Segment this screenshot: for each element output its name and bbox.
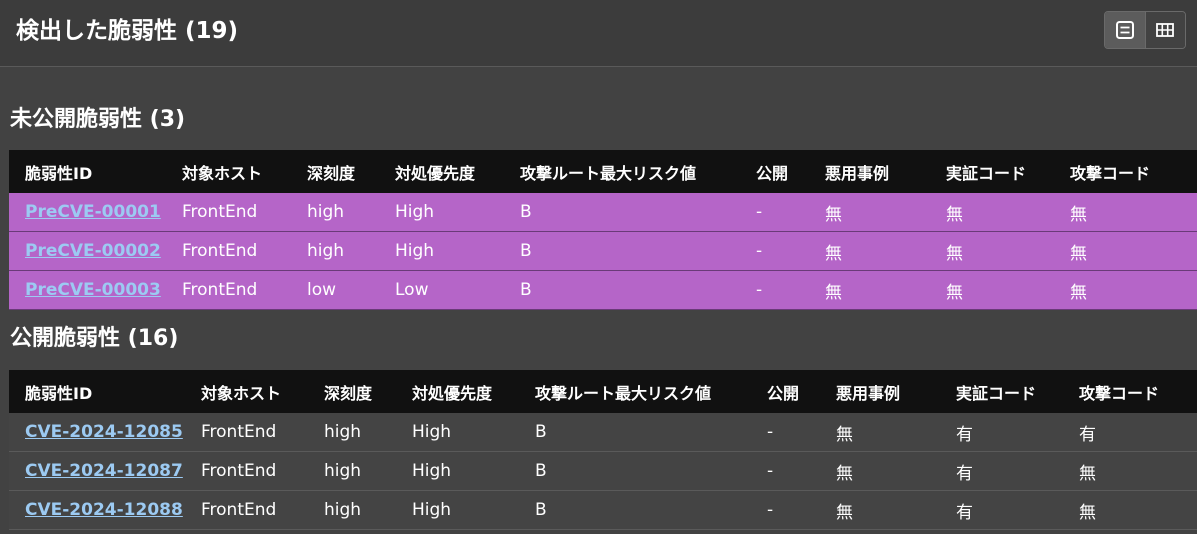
col-header-attack-code[interactable]: 攻撃コード	[1054, 150, 1197, 193]
max-risk-cell: B	[504, 270, 740, 310]
vuln-id-link[interactable]: PreCVE-00002	[25, 241, 161, 261]
col-header-public[interactable]: 公開	[740, 150, 809, 193]
severity-cell: high	[291, 231, 379, 271]
table-row[interactable]: PreCVE-00002 FrontEnd high High B - 無 無 …	[9, 231, 1197, 271]
col-header-severity[interactable]: 深刻度	[291, 150, 379, 193]
grid-view-button[interactable]	[1145, 12, 1185, 48]
vuln-id-link[interactable]: PreCVE-00001	[25, 202, 161, 222]
view-toggle	[1104, 11, 1186, 49]
vuln-id-link[interactable]: CVE-2024-12088	[25, 500, 183, 520]
list-view-icon	[1115, 21, 1134, 39]
attack-code-cell: 無	[1054, 270, 1197, 310]
public-cell: -	[751, 490, 820, 530]
exploit-cases-cell: 無	[809, 231, 930, 271]
public-cell: -	[740, 270, 809, 310]
published-section-title: 公開脆弱性 (16)	[10, 326, 179, 351]
severity-cell: low	[291, 270, 379, 310]
max-risk-cell: B	[504, 231, 740, 271]
col-header-exploit-cases[interactable]: 悪用事例	[809, 150, 930, 193]
priority-cell: High	[396, 490, 519, 530]
target-host-cell: FrontEnd	[166, 231, 291, 271]
attack-code-cell: 無	[1054, 193, 1197, 232]
public-cell: -	[751, 451, 820, 491]
table-row[interactable]: CVE-2024-12087 FrontEnd high High B - 無 …	[9, 451, 1197, 491]
col-header-target-host[interactable]: 対象ホスト	[166, 150, 291, 193]
max-risk-cell: B	[504, 193, 740, 232]
col-header-poc-code[interactable]: 実証コード	[940, 370, 1063, 413]
col-header-attack-code[interactable]: 攻撃コード	[1063, 370, 1197, 413]
severity-cell: high	[308, 413, 396, 452]
poc-code-cell: 有	[940, 413, 1063, 452]
poc-code-cell: 無	[930, 193, 1054, 232]
poc-code-cell: 有	[940, 490, 1063, 530]
vuln-id-link[interactable]: PreCVE-00003	[25, 280, 161, 300]
priority-cell: High	[379, 231, 504, 271]
grid-view-icon	[1156, 23, 1175, 37]
table-row[interactable]: PreCVE-00001 FrontEnd high High B - 無 無 …	[9, 193, 1197, 232]
vuln-id-link[interactable]: CVE-2024-12085	[25, 422, 183, 442]
target-host-cell: FrontEnd	[185, 490, 308, 530]
table-row[interactable]: CVE-2024-12085 FrontEnd high High B - 無 …	[9, 413, 1197, 452]
target-host-cell: FrontEnd	[185, 451, 308, 491]
target-host-cell: FrontEnd	[185, 413, 308, 452]
vuln-id-cell: CVE-2024-12085	[9, 413, 185, 452]
priority-cell: High	[396, 413, 519, 452]
col-header-vuln-id[interactable]: 脆弱性ID	[9, 370, 185, 413]
col-header-severity[interactable]: 深刻度	[308, 370, 396, 413]
page-header: 検出した脆弱性 (19)	[0, 0, 1197, 67]
vuln-id-cell: PreCVE-00003	[9, 270, 166, 310]
col-header-max-risk[interactable]: 攻撃ルート最大リスク値	[519, 370, 751, 413]
max-risk-cell: B	[519, 413, 751, 452]
list-view-button[interactable]	[1105, 12, 1146, 48]
attack-code-cell: 無	[1063, 451, 1197, 491]
exploit-cases-cell: 無	[820, 451, 940, 491]
poc-code-cell: 無	[930, 270, 1054, 310]
vuln-id-cell: PreCVE-00001	[9, 193, 166, 232]
page-title: 検出した脆弱性 (19)	[16, 18, 239, 44]
severity-cell: high	[308, 490, 396, 530]
poc-code-cell: 無	[930, 231, 1054, 271]
severity-cell: high	[308, 451, 396, 491]
priority-cell: High	[396, 451, 519, 491]
col-header-max-risk[interactable]: 攻撃ルート最大リスク値	[504, 150, 740, 193]
unpublished-section-title: 未公開脆弱性 (3)	[10, 107, 186, 132]
public-cell: -	[740, 193, 809, 232]
exploit-cases-cell: 無	[809, 193, 930, 232]
col-header-poc-code[interactable]: 実証コード	[930, 150, 1054, 193]
vuln-id-link[interactable]: CVE-2024-12087	[25, 461, 183, 481]
attack-code-cell: 無	[1054, 231, 1197, 271]
vuln-id-cell: CVE-2024-12087	[9, 451, 185, 491]
target-host-cell: FrontEnd	[166, 270, 291, 310]
max-risk-cell: B	[519, 490, 751, 530]
published-vuln-table: 脆弱性ID 対象ホスト 深刻度 対処優先度 攻撃ルート最大リスク値 公開 悪用事…	[9, 370, 1197, 530]
col-header-public[interactable]: 公開	[751, 370, 820, 413]
exploit-cases-cell: 無	[820, 490, 940, 530]
priority-cell: High	[379, 193, 504, 232]
col-header-priority[interactable]: 対処優先度	[396, 370, 519, 413]
vuln-id-cell: CVE-2024-12088	[9, 490, 185, 530]
vuln-id-cell: PreCVE-00002	[9, 231, 166, 271]
severity-cell: high	[291, 193, 379, 232]
col-header-target-host[interactable]: 対象ホスト	[185, 370, 308, 413]
unpublished-vuln-table: 脆弱性ID 対象ホスト 深刻度 対処優先度 攻撃ルート最大リスク値 公開 悪用事…	[9, 150, 1197, 310]
public-cell: -	[751, 413, 820, 452]
table-row[interactable]: PreCVE-00003 FrontEnd low Low B - 無 無 無	[9, 270, 1197, 310]
public-cell: -	[740, 231, 809, 271]
max-risk-cell: B	[519, 451, 751, 491]
col-header-vuln-id[interactable]: 脆弱性ID	[9, 150, 166, 193]
attack-code-cell: 無	[1063, 490, 1197, 530]
table-header-row: 脆弱性ID 対象ホスト 深刻度 対処優先度 攻撃ルート最大リスク値 公開 悪用事…	[9, 370, 1197, 413]
target-host-cell: FrontEnd	[166, 193, 291, 232]
col-header-priority[interactable]: 対処優先度	[379, 150, 504, 193]
table-row[interactable]: CVE-2024-12088 FrontEnd high High B - 無 …	[9, 490, 1197, 530]
exploit-cases-cell: 無	[809, 270, 930, 310]
col-header-exploit-cases[interactable]: 悪用事例	[820, 370, 940, 413]
exploit-cases-cell: 無	[820, 413, 940, 452]
priority-cell: Low	[379, 270, 504, 310]
table-header-row: 脆弱性ID 対象ホスト 深刻度 対処優先度 攻撃ルート最大リスク値 公開 悪用事…	[9, 150, 1197, 193]
attack-code-cell: 有	[1063, 413, 1197, 452]
poc-code-cell: 有	[940, 451, 1063, 491]
